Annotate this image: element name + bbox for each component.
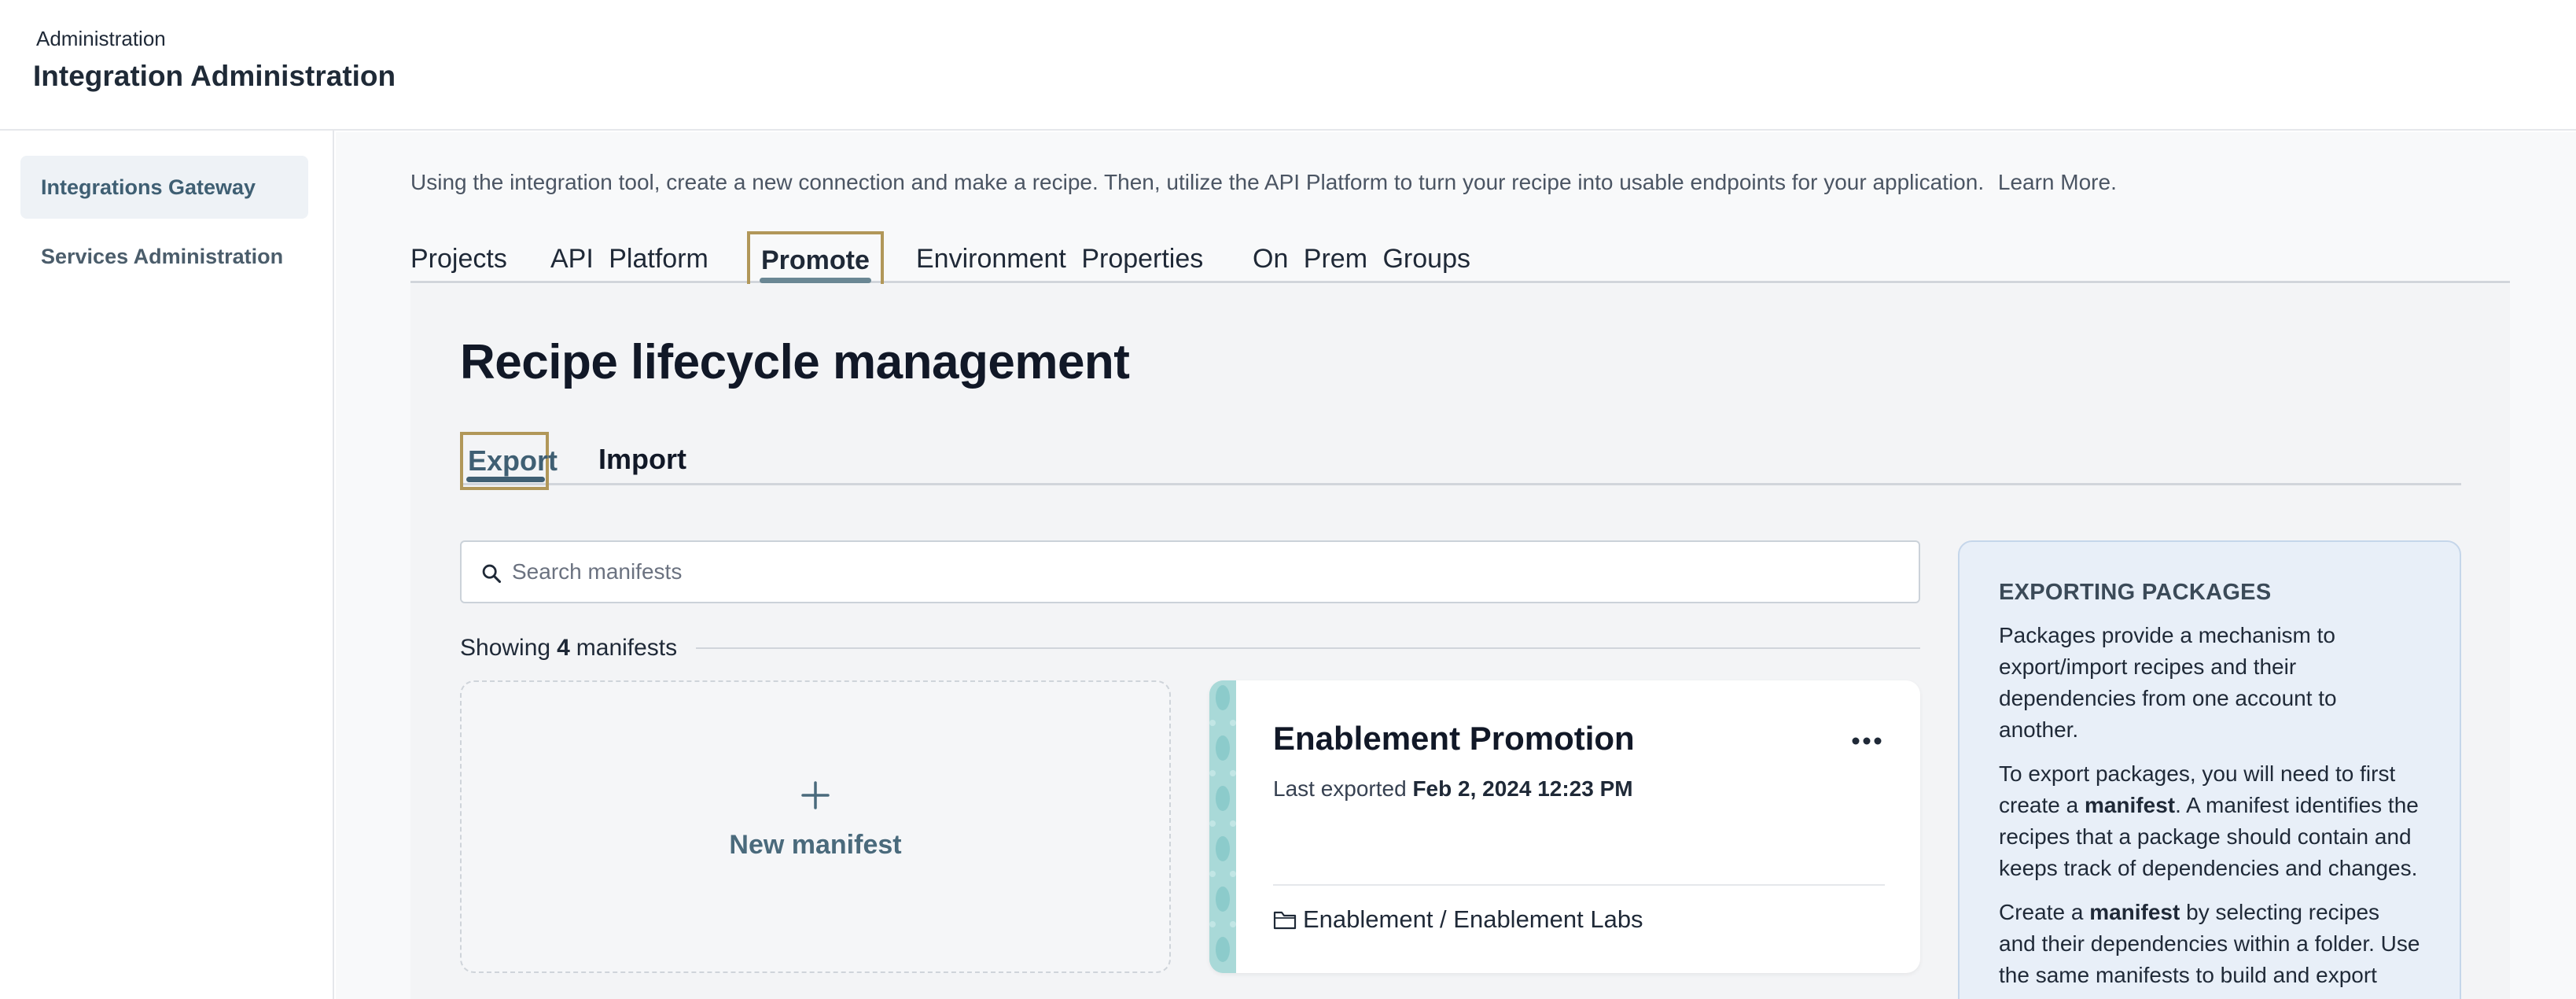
last-exported-date: Feb 2, 2024 12:23 PM xyxy=(1412,776,1633,801)
divider xyxy=(696,647,1920,649)
manifest-card[interactable]: Enablement Promotion Last exported Feb 2… xyxy=(1209,680,1920,973)
info-panel: EXPORTING PACKAGES Packages provide a me… xyxy=(1958,540,2461,999)
section-heading: Recipe lifecycle management xyxy=(460,335,1130,389)
sidebar-item-integrations-gateway[interactable]: Integrations Gateway xyxy=(20,156,308,219)
intro-description: Using the integration tool, create a new… xyxy=(410,170,1985,194)
promote-panel: Recipe lifecycle management Export Impor… xyxy=(410,284,2510,999)
new-manifest-label: New manifest xyxy=(729,830,902,860)
info-emphasis: manifest xyxy=(2089,900,2180,924)
info-paragraph-1: Packages provide a mechanism to export/i… xyxy=(1999,623,2337,742)
divider xyxy=(1273,884,1885,886)
sidebar-item-services-administration[interactable]: Services Administration xyxy=(20,225,308,288)
info-emphasis: manifest xyxy=(2084,793,2176,817)
top-header: Administration Integration Administratio… xyxy=(0,0,2576,131)
search-box xyxy=(460,540,1920,603)
results-number: 4 xyxy=(557,635,570,661)
folder-path-text: Enablement / Enablement Labs xyxy=(1303,905,1643,933)
card-color-stripe xyxy=(1209,680,1236,973)
info-text: Create a xyxy=(1999,900,2084,924)
intro-text: Using the integration tool, create a new… xyxy=(410,170,2117,195)
results-prefix: Showing xyxy=(460,635,551,661)
last-exported: Last exported Feb 2, 2024 12:23 PM xyxy=(1273,776,1633,802)
results-count: Showing 4 manifests xyxy=(460,635,1920,662)
tab-projects[interactable]: Projects xyxy=(410,234,507,283)
page-title: Integration Administration xyxy=(33,60,396,92)
tab-environment-properties[interactable]: Environment Properties xyxy=(916,234,1203,283)
sidebar: Integrations Gateway Services Administra… xyxy=(0,131,334,999)
tab-api-platform[interactable]: API Platform xyxy=(550,234,708,283)
plus-icon xyxy=(801,781,830,809)
new-manifest-card[interactable]: New manifest xyxy=(460,680,1171,973)
pattern-decoration xyxy=(1209,680,1236,973)
sub-tabs: Export Import xyxy=(460,432,2461,490)
tab-export[interactable]: Export xyxy=(460,432,558,490)
breadcrumb[interactable]: Administration xyxy=(36,27,166,51)
tab-promote[interactable]: Promote xyxy=(747,231,884,289)
manifest-title: Enablement Promotion xyxy=(1273,720,1635,757)
search-icon xyxy=(482,564,502,584)
search-input[interactable] xyxy=(512,550,1896,594)
folder-path: Enablement / Enablement Labs xyxy=(1273,905,1643,934)
info-heading: EXPORTING PACKAGES xyxy=(1999,580,2272,605)
info-paragraph-2: To export packages, you will need to fir… xyxy=(1999,758,2420,884)
main-tabs: Projects API Platform Promote Environmen… xyxy=(410,231,2510,289)
results-suffix: manifests xyxy=(576,635,678,661)
tab-on-prem-groups[interactable]: On Prem Groups xyxy=(1253,234,1470,283)
folder-icon xyxy=(1273,911,1297,930)
sidebar-item-label: Services Administration xyxy=(41,244,284,268)
main-content: Using the integration tool, create a new… xyxy=(336,132,2576,999)
sidebar-item-label: Integrations Gateway xyxy=(41,175,256,199)
info-paragraph-3: Create a manifest by selecting recipes a… xyxy=(1999,897,2420,991)
learn-more-link[interactable]: Learn More. xyxy=(1998,170,2117,194)
tab-import[interactable]: Import xyxy=(598,433,686,485)
more-options-icon[interactable] xyxy=(1851,735,1882,746)
last-exported-label: Last exported xyxy=(1273,776,1407,801)
